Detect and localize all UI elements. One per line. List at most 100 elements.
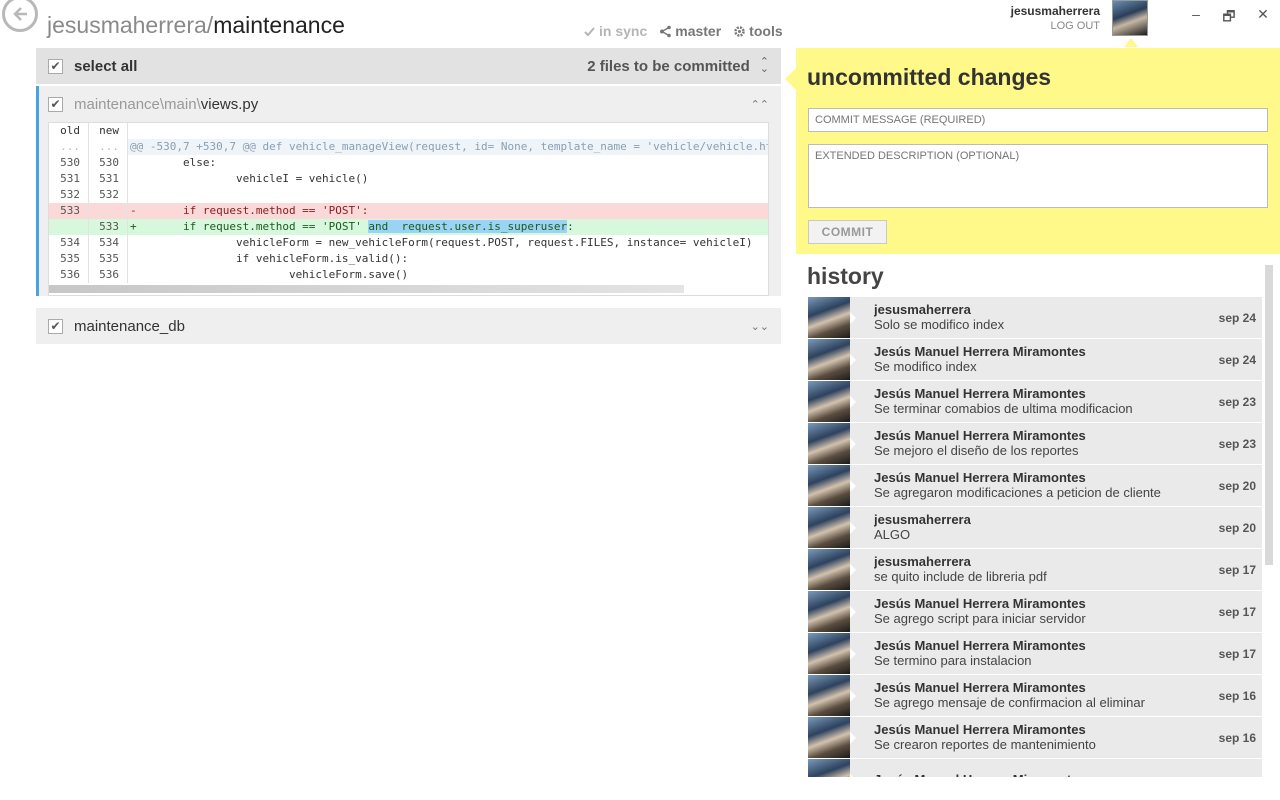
file-checkbox[interactable]: ✔ <box>48 318 63 334</box>
file-name: maintenance_db <box>74 317 185 335</box>
collapse-up-icon[interactable]: ⌃⌃ <box>751 98 769 111</box>
commit-date: sep 24 <box>1218 310 1256 325</box>
file-path: maintenance_db <box>74 318 185 335</box>
file-checkbox[interactable]: ✔ <box>48 96 63 112</box>
user-name: jesusmaherrera <box>1010 4 1100 18</box>
select-all-label[interactable]: select all <box>74 58 137 75</box>
check-icon <box>584 26 595 36</box>
repo-name: maintenance <box>213 12 345 38</box>
diff-rows: ...... @@ -530,7 +530,7 @@ def vehicle_ma… <box>49 139 768 283</box>
minimize-button[interactable]: – <box>1186 6 1206 22</box>
history-item-pointer <box>850 522 856 534</box>
commit-title: uncommitted changes <box>807 64 1052 90</box>
commit-date: sep 16 <box>1218 730 1256 745</box>
user-block: jesusmaherrera LOG OUT <box>1011 4 1100 34</box>
line-code: + if request.method == 'POST' and reques… <box>128 219 768 235</box>
commit-author: Jesús Manuel Herrera Miramontes <box>874 772 1212 777</box>
diff-line: 531 531 vehicleI = vehicle() <box>49 171 768 187</box>
commit-message: ALGO <box>874 527 911 542</box>
sort-icon[interactable]: ⌃ ⌄ <box>760 57 769 75</box>
history-item-pointer <box>850 564 856 576</box>
commit-author: jesusmaherrera <box>874 302 971 317</box>
repo-owner[interactable]: jesusmaherrera/ <box>47 12 213 38</box>
restore-button[interactable]: 🗗 <box>1219 6 1239 30</box>
line-code: - if request.method == 'POST': <box>128 203 768 219</box>
history-item[interactable]: Jesús Manuel Herrera Miramontes Se agrega… <box>808 465 1262 507</box>
new-line-number: 531 <box>89 171 128 187</box>
sync-status[interactable]: in sync <box>583 23 647 39</box>
file-panel-maintenance-db[interactable]: ✔ maintenance_db ⌄⌄ <box>36 308 781 344</box>
select-all-bar: ✔ select all 2 files to be committed ⌃ ⌄ <box>36 48 781 84</box>
avatar <box>808 591 850 632</box>
new-line-number: 536 <box>89 267 128 283</box>
old-line-number: ... <box>49 139 89 155</box>
history-item-pointer <box>850 774 856 777</box>
commit-author: Jesús Manuel Herrera Miramontes <box>874 722 1086 737</box>
history-item-pointer <box>850 606 856 618</box>
avatar <box>808 381 850 422</box>
old-line-number: 536 <box>49 267 89 283</box>
old-line-number: 534 <box>49 235 89 251</box>
logout-link[interactable]: LOG OUT <box>1011 19 1100 34</box>
commit-button[interactable]: COMMIT <box>808 220 887 244</box>
branch-label: master <box>675 23 722 39</box>
old-line-number <box>49 219 89 235</box>
history-item[interactable]: Jesús Manuel Herrera Miramontes Se agrego… <box>808 591 1262 633</box>
history-title: history <box>807 263 884 289</box>
branch-selector[interactable]: master <box>659 23 721 39</box>
back-button[interactable] <box>2 0 38 32</box>
history-item[interactable]: jesusmaherrera se quito include de librer… <box>808 549 1262 591</box>
history-item[interactable]: jesusmaherrera ALGO sep 20 <box>808 507 1262 549</box>
diff-line: 534 534 vehicleForm = new_vehicleForm(req… <box>49 235 768 251</box>
select-all-checkbox[interactable]: ✔ <box>48 58 63 74</box>
branch-icon <box>660 25 672 37</box>
history-item[interactable]: Jesús Manuel Herrera Miramontes Se modifi… <box>808 339 1262 381</box>
avatar <box>808 507 850 548</box>
commit-date: sep 17 <box>1218 604 1256 619</box>
history-item[interactable]: Jesús Manuel Herrera Miramontes Se crearo… <box>808 717 1262 759</box>
line-code: vehicleForm.save() <box>130 268 409 281</box>
avatar <box>808 549 850 590</box>
history-list: jesusmaherrera Solo se modifico index sep … <box>808 297 1262 777</box>
history-item[interactable]: Jesús Manuel Herrera Miramontes Se mejoro… <box>808 423 1262 465</box>
diff-header: old new <box>49 123 768 139</box>
commit-author: Jesús Manuel Herrera Miramontes <box>874 638 1086 653</box>
commit-message: Solo se modifico index <box>874 317 1005 332</box>
diff-line: 533 + if request.method == 'POST' and req… <box>49 219 768 235</box>
commit-date: sep 17 <box>1218 646 1256 661</box>
diff-line: ...... @@ -530,7 +530,7 @@ def vehicle_ma… <box>49 139 768 155</box>
checkbox-check-icon: ✔ <box>50 97 61 111</box>
commit-date: sep 20 <box>1218 520 1256 535</box>
avatar-pointer <box>1124 38 1138 47</box>
files-count: 2 files to be committed <box>587 57 750 75</box>
line-code: vehicleI = vehicle() <box>130 172 369 185</box>
file-name: views.py <box>200 95 259 113</box>
history-item[interactable]: jesusmaherrera Solo se modifico index sep … <box>808 297 1262 339</box>
commit-date: sep 24 <box>1218 352 1256 367</box>
new-line-number: 530 <box>89 155 128 171</box>
commit-message-input[interactable] <box>808 108 1268 132</box>
history-scrollbar[interactable] <box>1265 265 1273 565</box>
horizontal-scrollbar[interactable] <box>49 285 684 293</box>
close-button[interactable]: ✕ <box>1253 6 1273 23</box>
diff-line: 533 - if request.method == 'POST': <box>49 203 768 219</box>
history-item[interactable]: Jesús Manuel Herrera Miramontes Se agrego… <box>808 675 1262 717</box>
history-item[interactable]: Jesús Manuel Herrera Miramontes Se termin… <box>808 381 1262 423</box>
commit-description-input[interactable] <box>808 144 1268 208</box>
avatar[interactable] <box>1112 0 1148 36</box>
avatar <box>808 675 850 716</box>
history-item[interactable]: Jesús Manuel Herrera Miramontes <box>808 759 1262 777</box>
expand-down-icon[interactable]: ⌄⌄ <box>751 320 769 333</box>
history-item-pointer <box>850 354 856 366</box>
avatar <box>808 423 850 464</box>
commit-message: Se mejoro el diseño de los reportes <box>874 443 1079 458</box>
file-header[interactable]: ✔ maintenance\main\views.py ⌃⌃ <box>39 86 781 122</box>
commit-message: Se agregaron modificaciones a peticion d… <box>874 485 1161 500</box>
history-item[interactable]: Jesús Manuel Herrera Miramontes Se termin… <box>808 633 1262 675</box>
tools-menu[interactable]: tools <box>733 23 783 39</box>
commit-message: Se modifico index <box>874 359 977 374</box>
avatar <box>808 633 850 674</box>
commit-author: jesusmaherrera <box>874 554 971 569</box>
commit-author: Jesús Manuel Herrera Miramontes <box>874 428 1086 443</box>
